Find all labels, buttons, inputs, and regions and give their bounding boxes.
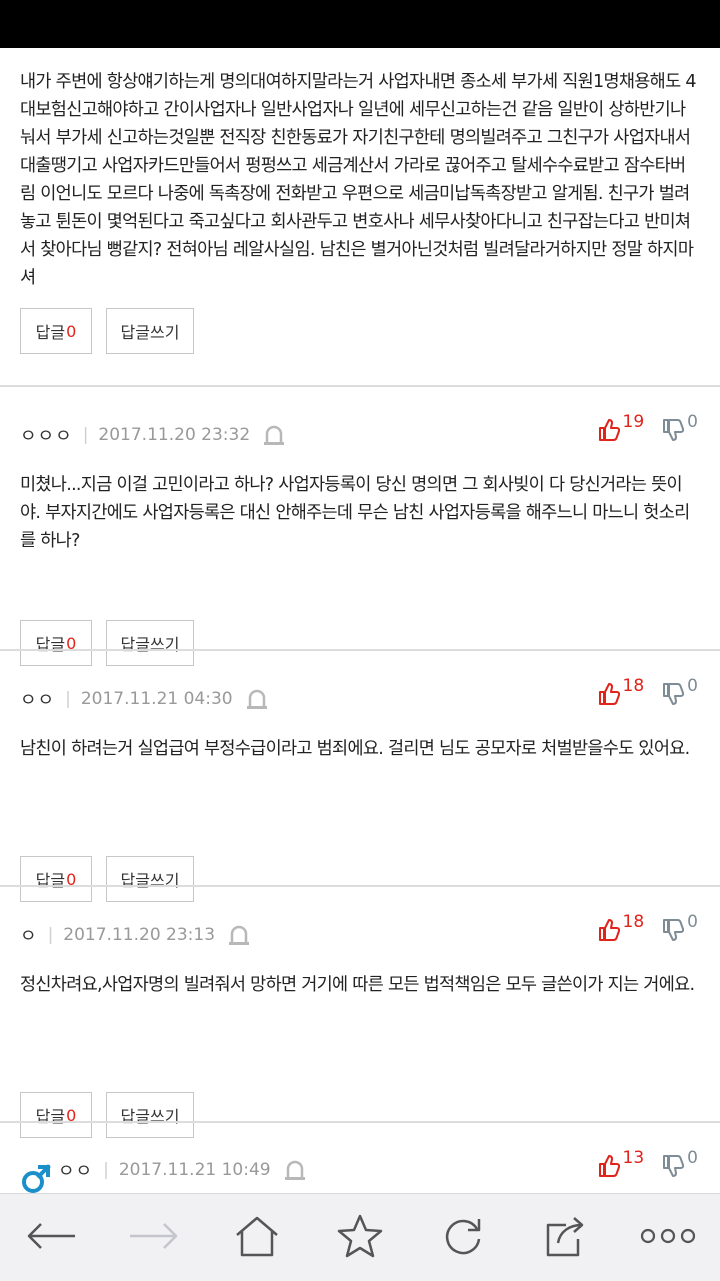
thumbs-up-icon [598, 676, 620, 710]
reply-count-button[interactable]: 답글 0 [20, 1092, 92, 1138]
reply-count: 0 [66, 321, 77, 341]
comment-text: 내가 주변에 항상얘기하는게 명의대여하지말라는거 사업자내면 종소세 부가세 … [20, 72, 696, 288]
downvote-count: 0 [687, 412, 698, 432]
downvote-button[interactable]: 0 [662, 676, 698, 710]
reply-label: 답글 [35, 871, 66, 890]
refresh-button[interactable] [418, 1194, 508, 1281]
home-button[interactable] [212, 1194, 302, 1281]
meta-separator: | [82, 425, 89, 445]
comment-divider [0, 649, 720, 651]
downvote-count: 0 [687, 1148, 698, 1168]
upvote-button[interactable]: 18 [598, 912, 645, 946]
thumbs-down-icon [662, 912, 685, 946]
comment-text: 미쳤나...지금 이걸 고민이라고 하나? 사업자등록이 당신 명의면 그 회사… [20, 475, 690, 551]
comment-date: 2017.11.20 23:32 [98, 425, 251, 445]
reply-count-button[interactable]: 답글 0 [20, 856, 92, 902]
star-icon [337, 1214, 383, 1262]
write-reply-button[interactable]: 답글쓰기 [106, 856, 194, 902]
reply-label: 답글 [35, 323, 66, 342]
share-button[interactable] [521, 1194, 611, 1281]
comment-author[interactable]: ㅇㅇㅇ [20, 422, 73, 448]
male-symbol-icon [20, 1163, 52, 1193]
status-bar [0, 0, 720, 48]
downvote-count: 0 [687, 912, 698, 932]
thumbs-down-icon [662, 412, 685, 446]
upvote-button[interactable]: 18 [598, 676, 645, 710]
thumbs-up-icon [598, 412, 620, 446]
comment-author[interactable]: ㅇ [20, 922, 38, 948]
reply-label: 답글 [35, 635, 66, 654]
vote-group: 19 0 [598, 412, 698, 442]
browser-toolbar [0, 1193, 720, 1281]
upvote-button[interactable]: 19 [598, 412, 645, 446]
lock-icon [227, 923, 251, 947]
comment-text: 정신차려요,사업자명의 빌려줘서 망하면 거기에 따른 모든 법적책임은 모두 … [20, 975, 695, 995]
write-reply-button[interactable]: 답글쓰기 [106, 308, 194, 354]
comment-list: 내가 주변에 항상얘기하는게 명의대여하지말라는거 사업자내면 종소세 부가세 … [0, 48, 720, 1193]
lock-icon [245, 687, 269, 711]
share-icon [544, 1215, 588, 1261]
comment-author[interactable]: ㅇㅇ [20, 686, 55, 712]
downvote-button[interactable]: 0 [662, 912, 698, 946]
reply-count-button[interactable]: 답글 0 [20, 308, 92, 354]
downvote-button[interactable]: 0 [662, 412, 698, 446]
write-reply-button[interactable]: 답글쓰기 [106, 620, 194, 666]
comment-date: 2017.11.21 04:30 [80, 689, 233, 709]
back-icon [25, 1220, 77, 1256]
meta-separator: | [47, 925, 54, 945]
comment-meta: ㅇㅇ | 2017.11.21 10:49 [58, 1155, 307, 1185]
back-button[interactable] [6, 1194, 96, 1281]
reply-label: 답글 [35, 1107, 66, 1126]
downvote-count: 0 [687, 676, 698, 696]
meta-separator: | [103, 1160, 109, 1180]
vote-group: 13 0 [598, 1148, 698, 1178]
forward-button[interactable] [109, 1194, 199, 1281]
comment-date: 2017.11.20 23:13 [63, 925, 216, 945]
thumbs-up-icon [598, 1148, 620, 1182]
comment-divider [0, 1121, 720, 1123]
comment-divider [0, 885, 720, 887]
comment-meta: ㅇㅇ | 2017.11.21 04:30 [20, 684, 269, 714]
upvote-count: 13 [622, 1148, 645, 1168]
more-icon [640, 1226, 696, 1250]
upvote-count: 18 [622, 676, 645, 696]
lock-icon [283, 1158, 307, 1182]
thumbs-down-icon [662, 676, 685, 710]
vote-group: 18 0 [598, 676, 698, 706]
upvote-count: 19 [622, 412, 645, 432]
refresh-icon [442, 1215, 484, 1261]
home-icon [234, 1215, 280, 1261]
forward-icon [128, 1220, 180, 1256]
downvote-button[interactable]: 0 [662, 1148, 698, 1182]
bookmark-button[interactable] [315, 1194, 405, 1281]
comment-text: 남친이 하려는거 실업급여 부정수급이라고 범죄에요. 걸리면 님도 공모자로 … [20, 739, 690, 759]
comment-meta: ㅇ | 2017.11.20 23:13 [20, 920, 251, 950]
meta-separator: | [65, 689, 71, 709]
write-reply-button[interactable]: 답글쓰기 [106, 1092, 194, 1138]
vote-group: 18 0 [598, 912, 698, 942]
lock-icon [262, 423, 286, 447]
more-button[interactable] [623, 1194, 713, 1281]
comment-meta: ㅇㅇㅇ | 2017.11.20 23:32 [20, 420, 286, 450]
comment-divider [0, 385, 720, 387]
thumbs-down-icon [662, 1148, 685, 1182]
comment-date: 2017.11.21 10:49 [118, 1160, 271, 1180]
upvote-button[interactable]: 13 [598, 1148, 645, 1182]
thumbs-up-icon [598, 912, 620, 946]
upvote-count: 18 [622, 912, 645, 932]
comment-author[interactable]: ㅇㅇ [58, 1157, 93, 1183]
reply-count-button[interactable]: 답글 0 [20, 620, 92, 666]
